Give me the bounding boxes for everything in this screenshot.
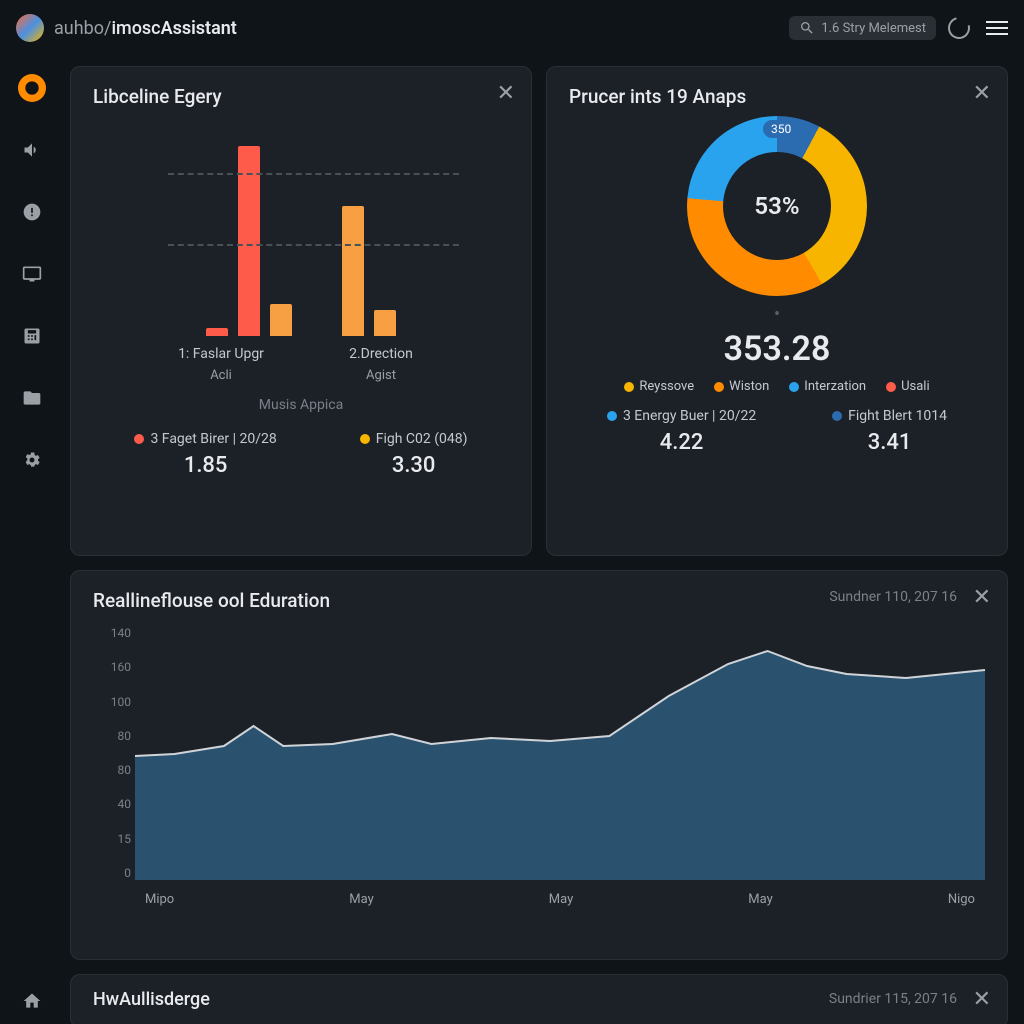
sidebar-item-sound[interactable] <box>18 136 46 164</box>
panel-donut-chart: Prucer ints 19 Anaps ✕ 350 53% • 353.28 … <box>546 66 1008 556</box>
close-icon[interactable]: ✕ <box>973 585 991 610</box>
main-content: Libceline Egery ✕ 1: Fas <box>64 56 1024 1024</box>
sidebar-item-dashboard[interactable] <box>18 74 46 102</box>
kpi-value: 1.85 <box>134 453 276 478</box>
sidebar-item-monitor[interactable] <box>18 260 46 288</box>
sidebar-item-home[interactable] <box>18 996 46 1024</box>
panel-area-chart: Reallineflouse ool Eduration Sundner 110… <box>70 570 1008 960</box>
kpi-label: Figh C02 (048) <box>376 431 468 447</box>
search-placeholder: 1.6 Stry Melemest <box>821 21 926 36</box>
area-chart: 140160100808040150 MipoMayMayMayNigo <box>135 626 985 906</box>
bar-label-2: 2.Drection <box>321 346 441 362</box>
brand-suffix: Assistant <box>161 18 237 39</box>
bar-sublabel-2: Agist <box>321 368 441 383</box>
panel-bottom: HwAullisderge Sundrier 115, 207 16 ✕ <box>70 974 1008 1024</box>
close-icon[interactable]: ✕ <box>973 987 991 1012</box>
legend-label: Usali <box>901 379 930 394</box>
donut-summary-value: 353.28 <box>569 329 985 369</box>
sidebar-item-folder[interactable] <box>18 384 46 412</box>
kpi-value: 3.30 <box>360 453 468 478</box>
panel-title: Prucer ints 19 Anaps <box>569 85 985 108</box>
y-axis: 140160100808040150 <box>93 626 131 880</box>
bar-caption: Musis Appica <box>93 397 509 413</box>
close-icon[interactable]: ✕ <box>497 81 515 106</box>
brand-title: auhbo/imoscAssistant <box>54 18 237 39</box>
kpi-label: 3 Energy Buer | 20/22 <box>623 408 756 424</box>
panel-date: Sundner 110, 207 16 <box>829 589 957 605</box>
legend-label: Wiston <box>729 379 769 394</box>
kpi-item: 3 Faget Birer | 20/28 1.85 <box>134 431 276 478</box>
refresh-icon[interactable] <box>944 13 974 43</box>
sidebar-item-alert[interactable] <box>18 198 46 226</box>
panel-bar-chart: Libceline Egery ✕ 1: Fas <box>70 66 532 556</box>
logo-icon <box>16 14 44 42</box>
sidebar <box>0 56 64 1024</box>
donut-badge: 350 <box>763 120 799 138</box>
kpi-label: Fight Blert 1014 <box>848 408 947 424</box>
menu-icon[interactable] <box>986 17 1008 39</box>
kpi-item: Figh C02 (048) 3.30 <box>360 431 468 478</box>
donut-chart: 350 53% <box>687 116 867 296</box>
bar-sublabel-1: Acli <box>161 368 281 383</box>
legend-label: Interzation <box>804 379 866 394</box>
sidebar-item-calc[interactable] <box>18 322 46 350</box>
panel-date: Sundrier 115, 207 16 <box>829 991 957 1007</box>
brand-prefix: auhbo/ <box>54 18 111 39</box>
search-input[interactable]: 1.6 Stry Melemest <box>789 16 936 40</box>
kpi-item: Fight Blert 1014 3.41 <box>832 408 947 455</box>
donut-legend: Reyssove Wiston Interzation Usali <box>569 379 985 394</box>
pager-dot: • <box>569 304 985 325</box>
area-svg <box>135 626 985 880</box>
close-icon[interactable]: ✕ <box>973 81 991 106</box>
app-header: auhbo/imoscAssistant 1.6 Stry Melemest <box>0 0 1024 56</box>
x-axis: MipoMayMayMayNigo <box>135 884 985 907</box>
legend-label: Reyssove <box>639 379 694 394</box>
kpi-value: 4.22 <box>607 430 756 455</box>
donut-center-value: 53% <box>687 116 867 296</box>
sidebar-item-settings[interactable] <box>18 446 46 474</box>
bar-chart <box>93 116 509 336</box>
panel-title: Libceline Egery <box>93 85 509 108</box>
kpi-item: 3 Energy Buer | 20/22 4.22 <box>607 408 756 455</box>
kpi-label: 3 Faget Birer | 20/28 <box>150 431 276 447</box>
bar-group-2 <box>342 206 396 336</box>
kpi-value: 3.41 <box>832 430 947 455</box>
search-icon <box>799 20 815 36</box>
bar-label-1: 1: Faslar Upgr <box>161 346 281 362</box>
brand-mid: imosc <box>111 18 160 39</box>
